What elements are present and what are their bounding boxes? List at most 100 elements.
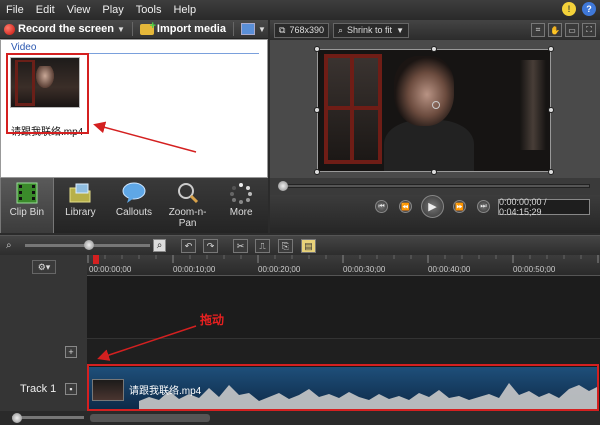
split-icon[interactable]: ⎍ <box>255 239 270 253</box>
undo-icon[interactable]: ↶ <box>181 239 196 253</box>
produce-icon <box>240 23 255 35</box>
video-background-light <box>520 60 546 150</box>
toolbar-divider <box>232 22 234 36</box>
zoom-in-icon[interactable]: ⌕ <box>153 239 166 252</box>
clip-highlight-box <box>6 53 89 134</box>
timeline-ruler[interactable]: 00:00:00;00 00:00:10;00 00:00:20;00 00:0… <box>87 255 600 276</box>
copy-icon[interactable]: ⎘ <box>278 239 293 253</box>
timeline-empty-area[interactable] <box>87 276 600 364</box>
tab-library-label: Library <box>65 207 96 218</box>
cut-icon[interactable]: ✂ <box>233 239 248 253</box>
task-tabs: Clip Bin Library Callouts Zoom-n- Pan Mo… <box>0 178 268 233</box>
import-media-label: Import media <box>156 23 226 35</box>
tab-library[interactable]: Library <box>54 178 108 233</box>
timeline-zoom-knob[interactable] <box>84 240 94 250</box>
timeline-settings-gear-icon[interactable]: ⚙▾ <box>32 260 56 274</box>
ruler-tick-label: 00:00:10;00 <box>173 265 216 274</box>
tab-callouts-label: Callouts <box>115 207 153 218</box>
resize-handle[interactable] <box>548 169 554 175</box>
fullscreen-icon[interactable]: ⛶ <box>582 23 596 37</box>
tab-callouts[interactable]: Callouts <box>107 178 161 233</box>
import-folder-icon <box>139 20 156 35</box>
dimensions-value: 768x390 <box>289 25 324 35</box>
menubar: File Edit View Play Tools Help ! ? <box>0 0 600 20</box>
scale-mode-value: Shrink to fit <box>347 25 393 35</box>
add-track-button[interactable]: + <box>65 346 77 358</box>
zoom-out-icon[interactable]: ⌕ <box>6 240 12 251</box>
tab-more-label: More <box>229 207 253 218</box>
produce-share-button[interactable]: ▼ <box>240 23 266 35</box>
ruler-tick-label: 00:00:30;00 <box>343 265 386 274</box>
scrubber-track[interactable] <box>280 184 590 188</box>
tab-zoom-n-pan[interactable]: Zoom-n- Pan <box>161 178 215 233</box>
scale-mode-dropdown[interactable]: ⌕ Shrink to fit ▼ <box>332 22 409 38</box>
tip-bulb-icon[interactable]: ! <box>562 2 576 16</box>
tab-clip-bin-label: Clip Bin <box>9 207 45 218</box>
section-label-video: Video <box>11 42 37 53</box>
pan-hand-icon[interactable]: ✋ <box>548 23 562 37</box>
chevron-down-icon: ▼ <box>257 24 266 34</box>
rewind-button[interactable]: ⏪ <box>399 200 412 213</box>
search-icon: ⌕ <box>337 24 344 35</box>
preview-toolbar: ⧉ 768x390 ⌕ Shrink to fit ▼ ⌗ ✋ ▭ ⛶ <box>270 20 600 40</box>
speech-bubble-icon <box>122 182 146 204</box>
ruler-tick-label: 00:00:20;00 <box>258 265 301 274</box>
menu-help[interactable]: Help <box>167 0 202 20</box>
play-button[interactable]: ▶ <box>421 195 444 218</box>
tab-clip-bin[interactable]: Clip Bin <box>0 178 54 233</box>
ruler-tick-label: 00:00:40;00 <box>428 265 471 274</box>
detach-preview-icon[interactable]: ▭ <box>565 23 579 37</box>
library-folder-icon <box>68 182 92 204</box>
toolbar-divider <box>131 22 133 36</box>
resize-handle[interactable] <box>548 46 554 52</box>
rotate-center-handle[interactable] <box>432 101 440 109</box>
timecode-display: 0:00:00;00 / 0:04:15;29 <box>498 197 590 217</box>
empty-track-lane <box>87 338 600 364</box>
track-height-slider[interactable] <box>12 416 84 419</box>
track-lock-icon[interactable]: ▪ <box>65 383 77 395</box>
tab-zoom-n-pan-label: Zoom-n- Pan <box>168 207 207 229</box>
next-clip-button[interactable]: ⏭ <box>477 200 490 213</box>
chevron-down-icon: ▼ <box>116 24 125 34</box>
menu-view[interactable]: View <box>61 0 97 20</box>
tab-more[interactable]: More <box>214 178 268 233</box>
chevron-down-icon: ▼ <box>396 25 404 35</box>
menu-file[interactable]: File <box>0 0 30 20</box>
previous-clip-button[interactable]: ⏮ <box>375 200 388 213</box>
horizontal-scroll-thumb[interactable] <box>90 414 210 422</box>
resize-handle[interactable] <box>314 46 320 52</box>
magnifier-icon <box>176 182 200 204</box>
preview-scrubber <box>270 178 600 195</box>
timeline-toolbar: ⌕ ⌕ ↶ ↷ ✂ ⎍ ⎘ ▤ <box>0 235 600 255</box>
ruler-ticks <box>87 255 599 264</box>
ruler-tick-label: 00:00:50;00 <box>513 265 556 274</box>
menu-edit[interactable]: Edit <box>30 0 61 20</box>
resize-handle[interactable] <box>431 169 437 175</box>
crop-icon[interactable]: ⌗ <box>531 23 545 37</box>
paste-icon[interactable]: ▤ <box>301 239 316 253</box>
playhead-marker[interactable] <box>93 255 99 264</box>
resize-handle[interactable] <box>314 107 320 113</box>
resize-handle[interactable] <box>431 46 437 52</box>
video-window-frame <box>324 54 382 164</box>
film-strip-icon <box>15 182 39 204</box>
help-icon[interactable]: ? <box>582 2 596 16</box>
record-icon <box>4 23 15 35</box>
dimensions-button[interactable]: ⧉ 768x390 <box>274 22 329 38</box>
fast-forward-button[interactable]: ⏩ <box>453 200 466 213</box>
redo-icon[interactable]: ↷ <box>203 239 218 253</box>
import-media-button[interactable]: Import media <box>139 20 226 35</box>
scrubber-knob[interactable] <box>278 181 288 191</box>
timeline-scrollbar[interactable] <box>0 411 600 425</box>
drag-annotation-text: 拖动 <box>200 313 225 327</box>
track-height-knob[interactable] <box>12 413 22 423</box>
video-figure-head <box>394 56 454 126</box>
video-figure-body <box>384 120 474 171</box>
record-screen-button[interactable]: Record the screen ▼ <box>4 23 125 35</box>
menu-tools[interactable]: Tools <box>130 0 168 20</box>
video-frame[interactable] <box>317 49 551 172</box>
resize-icon: ⧉ <box>279 24 286 35</box>
resize-handle[interactable] <box>314 169 320 175</box>
resize-handle[interactable] <box>548 107 554 113</box>
menu-play[interactable]: Play <box>96 0 129 20</box>
